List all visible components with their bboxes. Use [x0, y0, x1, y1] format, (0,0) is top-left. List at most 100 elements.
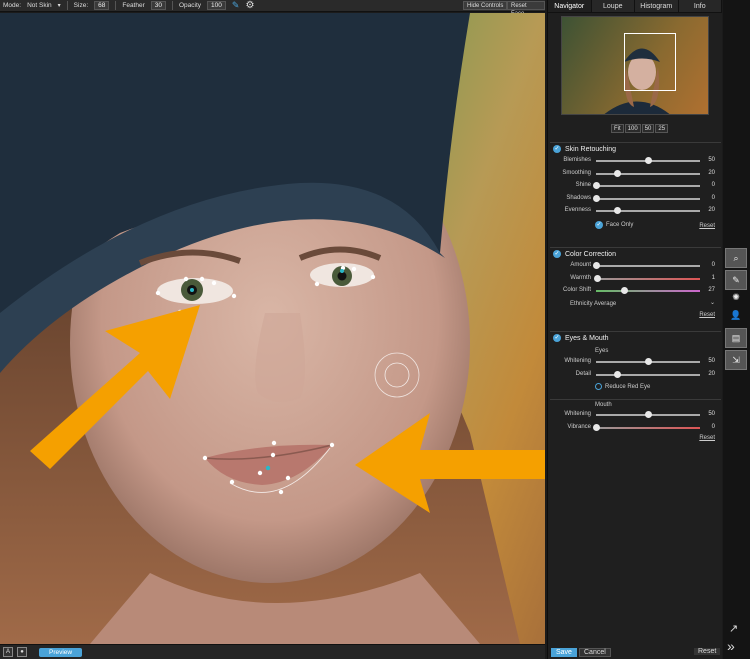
reduce-red-eye-label: Reduce Red Eye [605, 383, 651, 390]
navigator-thumbnail[interactable] [561, 16, 709, 115]
slider-label: Warmth [570, 274, 591, 281]
hide-controls-button[interactable]: Hide Controls [463, 1, 508, 10]
check-icon[interactable]: ✓ [553, 145, 561, 153]
slider-knob[interactable] [594, 274, 602, 282]
skin-retouching-section: ✓ Skin Retouching Blemishes 50 Smoothing 20… [550, 142, 721, 242]
slider-track[interactable] [596, 210, 700, 212]
mask-icon[interactable]: ● [17, 647, 27, 657]
slider-track[interactable] [596, 373, 700, 376]
skin-reset-link[interactable]: Reset [699, 223, 715, 229]
slider-row: Smoothing 20 [550, 168, 721, 181]
face-only-option[interactable]: ✓ Face Only [595, 221, 633, 229]
section-title: Color Correction [565, 250, 616, 258]
slider-track[interactable] [596, 290, 700, 292]
check-icon[interactable]: ✓ [553, 334, 561, 342]
slider-knob[interactable] [645, 358, 652, 365]
slider-knob[interactable] [613, 370, 621, 378]
color-correction-section: ✓ Color Correction Amount 0 Warmth 1 Color S… [550, 247, 721, 325]
reset-button[interactable]: Reset [694, 648, 721, 655]
slider-value: 0 [711, 423, 715, 430]
slider-value: 20 [708, 207, 715, 213]
ethnicity-value[interactable]: Average [594, 301, 616, 307]
slider-knob[interactable] [593, 194, 600, 202]
skin-retouching-header[interactable]: ✓ Skin Retouching [550, 143, 721, 155]
slider-label: Detail [575, 370, 591, 377]
tab-loupe[interactable]: Loupe [592, 0, 635, 12]
slider-knob[interactable] [621, 287, 629, 294]
brush-tool-icon[interactable]: ✎ [725, 270, 747, 290]
slider-track[interactable] [596, 172, 700, 175]
slider-knob[interactable] [593, 262, 600, 269]
a-icon[interactable]: A [3, 647, 13, 657]
search-icon[interactable]: ⌕ [725, 248, 747, 268]
eyes-mouth-header[interactable]: ✓ Eyes & Mouth [550, 332, 721, 344]
slider-track[interactable] [596, 265, 700, 267]
section-title: Skin Retouching [565, 145, 616, 153]
divider [172, 1, 173, 10]
slider-track[interactable] [596, 197, 700, 200]
slider-knob[interactable] [613, 169, 621, 177]
slider-row: Detail 20 [550, 369, 721, 382]
slider-row: Shadows 0 [550, 193, 721, 206]
person-icon[interactable]: 👤 [725, 306, 747, 326]
share-icon[interactable]: ↗ [729, 622, 738, 635]
radio-icon[interactable] [595, 383, 602, 390]
check-icon[interactable]: ✓ [553, 250, 561, 258]
mode-select[interactable]: Not Skin [27, 2, 52, 9]
zoom-50-button[interactable]: 50 [641, 124, 655, 133]
portrait-photo [0, 13, 545, 644]
eyes-reset-link[interactable]: Reset [699, 435, 715, 441]
save-button[interactable]: Save [551, 648, 577, 657]
slider-value: 0 [711, 194, 715, 201]
tab-histogram[interactable]: Histogram [635, 0, 679, 12]
opacity-input[interactable]: 100 [207, 1, 226, 10]
export-icon[interactable]: ⇲ [725, 350, 747, 370]
gear-icon[interactable]: ⚙ [245, 0, 254, 11]
color-correction-header[interactable]: ✓ Color Correction [550, 248, 721, 260]
brush-icon[interactable]: ✎ [232, 0, 240, 11]
slider-label: Vibrance [567, 423, 591, 430]
size-input[interactable]: 68 [94, 1, 110, 10]
section-title: Eyes & Mouth [565, 334, 609, 342]
color-reset-link[interactable]: Reset [699, 312, 715, 318]
zoom-fit-button[interactable]: Fit [611, 124, 624, 133]
slider-value: 27 [708, 287, 715, 293]
navigator-view-frame[interactable] [624, 33, 676, 91]
double-chevron-right-icon[interactable]: » [727, 638, 735, 654]
feather-input[interactable]: 30 [150, 1, 166, 10]
slider-label: Smoothing [562, 169, 591, 176]
slider-track[interactable] [596, 185, 700, 187]
preview-button[interactable]: Preview [39, 647, 83, 657]
eyes-mouth-section: ✓ Eyes & Mouth Eyes Whitening 50 Detail 20 … [550, 331, 721, 446]
tab-info[interactable]: Info [679, 0, 722, 12]
chevron-down-icon[interactable]: ⌄ [710, 299, 715, 306]
slider-knob[interactable] [613, 207, 621, 214]
slider-label: Color Shift [562, 287, 591, 293]
right-panel: Navigator Loupe Histogram Info Fit 100 5… [547, 0, 722, 659]
slider-track[interactable] [596, 277, 700, 280]
ethnicity-label: Ethnicity [570, 301, 593, 307]
reset-face-button[interactable]: Reset Face [507, 1, 545, 17]
chevron-down-icon[interactable]: ▾ [58, 2, 61, 9]
zoom-100-button[interactable]: 100 [624, 124, 641, 133]
zoom-25-button[interactable]: 25 [655, 124, 669, 133]
photo-canvas[interactable] [0, 13, 545, 644]
slider-value: 50 [708, 358, 715, 364]
slider-knob[interactable] [645, 411, 652, 418]
slider-knob[interactable] [593, 182, 600, 189]
slider-row: Warmth 1 [550, 273, 721, 286]
slider-label: Whitening [564, 358, 591, 364]
check-icon[interactable]: ✓ [595, 221, 603, 229]
layers-icon[interactable]: ▤ [725, 328, 747, 348]
slider-row: Amount 0 [550, 260, 721, 273]
slider-knob[interactable] [593, 423, 600, 431]
cancel-button[interactable]: Cancel [579, 648, 611, 657]
ethnicity-row[interactable]: Ethnicity Average [570, 301, 616, 307]
settings-icon[interactable]: ✺ [725, 288, 747, 308]
slider-label: Amount [570, 262, 591, 268]
slider-label: Shadows [566, 194, 591, 201]
reduce-red-eye-option[interactable]: Reduce Red Eye [595, 383, 650, 390]
slider-track[interactable] [596, 426, 700, 429]
tab-navigator[interactable]: Navigator [548, 0, 592, 12]
slider-knob[interactable] [645, 157, 652, 164]
